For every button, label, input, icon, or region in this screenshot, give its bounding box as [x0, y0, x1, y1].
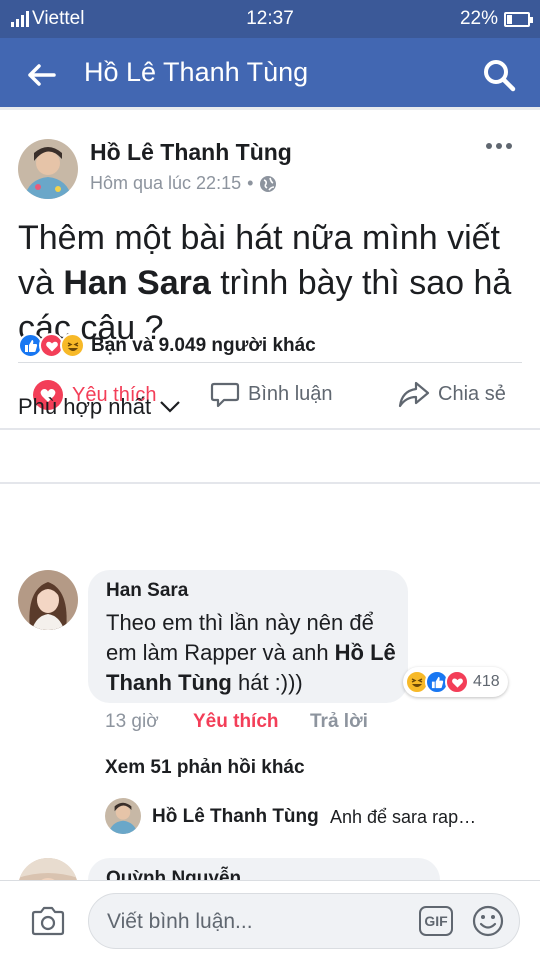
more-options-icon[interactable]: [486, 143, 512, 149]
meta-dot: •: [247, 173, 254, 193]
comment-button[interactable]: Bình luận: [210, 379, 333, 409]
comment-reaction-count: 418: [473, 673, 500, 690]
post-text: Thêm một bài hát nữa mình viết và Han Sa…: [18, 219, 512, 347]
commenter-avatar[interactable]: [18, 570, 78, 630]
haha-reaction-icon: [60, 333, 85, 358]
sort-label: Phù hợp nhất: [18, 394, 152, 419]
post-time[interactable]: Hôm qua lúc 22:15: [90, 173, 241, 194]
comment-input[interactable]: Viết bình luận... GIF: [88, 893, 520, 949]
reply-author[interactable]: Hồ Lê Thanh Tùng: [152, 806, 319, 828]
share-button[interactable]: Chia sẻ: [398, 379, 506, 409]
post-meta: Hôm qua lúc 22:15 •: [90, 173, 277, 194]
app-bar: Hồ Lê Thanh Tùng: [0, 38, 540, 110]
reply-avatar[interactable]: [105, 798, 141, 834]
battery-percent: 22%: [459, 8, 498, 29]
reaction-summary[interactable]: Bạn và 9.049 người khác: [18, 333, 316, 358]
globe-icon: [260, 175, 277, 192]
comment-icon: [210, 382, 240, 408]
share-label: Chia sẻ: [438, 382, 506, 405]
share-icon: [398, 381, 430, 408]
smiley-icon[interactable]: [471, 904, 505, 938]
gif-button[interactable]: GIF: [419, 906, 453, 936]
battery-indicator: 22%: [459, 8, 533, 30]
battery-fill: [507, 14, 512, 24]
love-reaction-icon: [445, 670, 469, 694]
separator: [0, 428, 540, 430]
camera-icon[interactable]: [30, 905, 66, 937]
comment-text: Theo em thì lần này nên để em làm Rapper…: [106, 610, 396, 695]
view-more-replies-link[interactable]: Xem 51 phản hồi khác: [105, 757, 305, 779]
comment-input-placeholder: Viết bình luận...: [107, 910, 253, 933]
comment-sort-dropdown[interactable]: Phù hợp nhất: [18, 394, 181, 420]
separator: [0, 482, 540, 484]
page-title: Hồ Lê Thanh Tùng: [84, 57, 309, 87]
author-avatar[interactable]: [18, 139, 78, 199]
commenter-name[interactable]: Han Sara: [106, 580, 188, 602]
tagged-name[interactable]: Han Sara: [63, 264, 210, 302]
search-icon[interactable]: [480, 56, 518, 94]
comment-reply-button[interactable]: Trả lời: [310, 711, 368, 733]
comment-reactions[interactable]: 418: [403, 667, 508, 697]
divider: [18, 362, 522, 363]
comment-label: Bình luận: [248, 382, 333, 405]
status-bar: Viettel 12:37 22%: [0, 0, 540, 38]
battery-icon: [504, 11, 533, 27]
comment-time: 13 giờ: [105, 711, 159, 732]
app-screen: Viettel 12:37 22% Hồ Lê Thanh Tùng Hồ Lê…: [0, 0, 540, 960]
reply-preview-text[interactable]: Anh để sara rap…: [330, 807, 476, 828]
reaction-count-text: Bạn và 9.049 người khác: [91, 334, 316, 356]
comment-composer: Viết bình luận... GIF: [0, 880, 540, 960]
post-author[interactable]: Hồ Lê Thanh Tùng: [90, 139, 292, 166]
comment-bubble[interactable]: Han Sara Theo em thì lần này nên để em l…: [88, 570, 408, 703]
comment-like-button[interactable]: Yêu thích: [193, 711, 279, 733]
back-arrow-icon[interactable]: [24, 58, 58, 92]
chevron-down-icon: [160, 401, 180, 413]
